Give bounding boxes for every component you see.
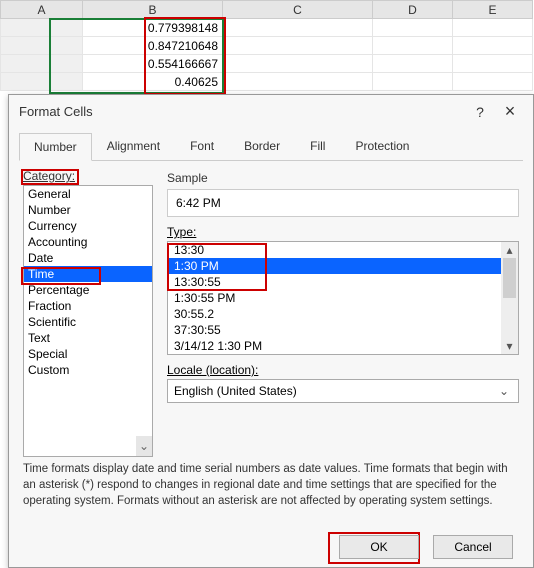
cell-d3[interactable] (373, 55, 453, 73)
type-item[interactable]: 30:55.2 (168, 306, 501, 322)
category-item[interactable]: Fraction (24, 298, 152, 314)
tab-border[interactable]: Border (229, 132, 295, 160)
cell-e3[interactable] (453, 55, 533, 73)
locale-dropdown[interactable]: English (United States) ⌄ (167, 379, 519, 403)
col-header-d[interactable]: D (373, 1, 453, 19)
spreadsheet-grid[interactable]: A B C D E 0.779398148 0.847210648 0.5541… (0, 0, 533, 91)
category-item[interactable]: Scientific (24, 314, 152, 330)
type-item[interactable]: 3/14/12 1:30 PM (168, 338, 501, 354)
category-listbox[interactable]: General Number Currency Accounting Date … (23, 185, 153, 457)
tab-number[interactable]: Number (19, 133, 92, 161)
cell-d1[interactable] (373, 19, 453, 37)
cell-c3[interactable] (223, 55, 373, 73)
category-item[interactable]: Currency (24, 218, 152, 234)
cell-e4[interactable] (453, 73, 533, 91)
type-item[interactable]: 13:30:55 (168, 274, 501, 290)
cell-e2[interactable] (453, 37, 533, 55)
type-item[interactable]: 1:30:55 PM (168, 290, 501, 306)
cell-b3[interactable]: 0.554166667 (83, 55, 223, 73)
locale-value: English (United States) (174, 384, 496, 398)
format-cells-dialog: Format Cells ? × Number Alignment Font B… (8, 94, 534, 568)
type-item-selected[interactable]: 1:30 PM (168, 258, 501, 274)
info-text: Time formats display date and time seria… (23, 461, 519, 509)
type-label: Type: (167, 225, 519, 239)
type-scrollbar[interactable]: ▴ ▾ (501, 242, 518, 354)
cell-b4[interactable]: 0.40625 (83, 73, 223, 91)
locale-label: Locale (location): (167, 363, 519, 377)
col-header-a[interactable]: A (1, 1, 83, 19)
col-header-e[interactable]: E (453, 1, 533, 19)
scroll-up-icon[interactable]: ▴ (501, 242, 518, 258)
category-item[interactable]: Percentage (24, 282, 152, 298)
scroll-thumb[interactable] (503, 258, 516, 298)
cell-d2[interactable] (373, 37, 453, 55)
tab-fill[interactable]: Fill (295, 132, 340, 160)
category-item[interactable]: Number (24, 202, 152, 218)
dialog-title: Format Cells (19, 104, 465, 119)
tab-protection[interactable]: Protection (340, 132, 424, 160)
scroll-down-icon[interactable]: ▾ (501, 338, 518, 354)
cell-c1[interactable] (223, 19, 373, 37)
category-item[interactable]: Text (24, 330, 152, 346)
category-item[interactable]: Accounting (24, 234, 152, 250)
category-item[interactable]: General (24, 186, 152, 202)
category-label: Category: (23, 169, 153, 185)
cell-b2[interactable]: 0.847210648 (83, 37, 223, 55)
category-item[interactable]: Custom (24, 362, 152, 378)
ok-button[interactable]: OK (339, 535, 419, 559)
cell-d4[interactable] (373, 73, 453, 91)
col-header-c[interactable]: C (223, 1, 373, 19)
tab-strip: Number Alignment Font Border Fill Protec… (19, 132, 523, 161)
close-button[interactable]: × (495, 101, 525, 122)
type-item[interactable]: 37:30:55 (168, 322, 501, 338)
sample-value: 6:42 PM (167, 189, 519, 217)
category-item-time[interactable]: Time (24, 266, 152, 282)
cell-e1[interactable] (453, 19, 533, 37)
type-item[interactable]: 13:30 (168, 242, 501, 258)
help-button[interactable]: ? (465, 104, 495, 120)
category-item[interactable]: Date (24, 250, 152, 266)
type-listbox[interactable]: 13:30 1:30 PM 13:30:55 1:30:55 PM 30:55.… (167, 241, 519, 355)
cell-a1[interactable] (1, 19, 83, 37)
chevron-down-icon[interactable]: ⌄ (136, 436, 152, 456)
cell-a4[interactable] (1, 73, 83, 91)
col-header-b[interactable]: B (83, 1, 223, 19)
cell-a3[interactable] (1, 55, 83, 73)
category-item[interactable]: Special (24, 346, 152, 362)
cell-c4[interactable] (223, 73, 373, 91)
titlebar: Format Cells ? × (9, 95, 533, 126)
sample-label: Sample (167, 169, 519, 189)
cancel-button[interactable]: Cancel (433, 535, 513, 559)
tab-alignment[interactable]: Alignment (92, 132, 175, 160)
cell-b1[interactable]: 0.779398148 (83, 19, 223, 37)
tab-font[interactable]: Font (175, 132, 229, 160)
chevron-down-icon[interactable]: ⌄ (496, 384, 512, 398)
cell-c2[interactable] (223, 37, 373, 55)
cell-a2[interactable] (1, 37, 83, 55)
